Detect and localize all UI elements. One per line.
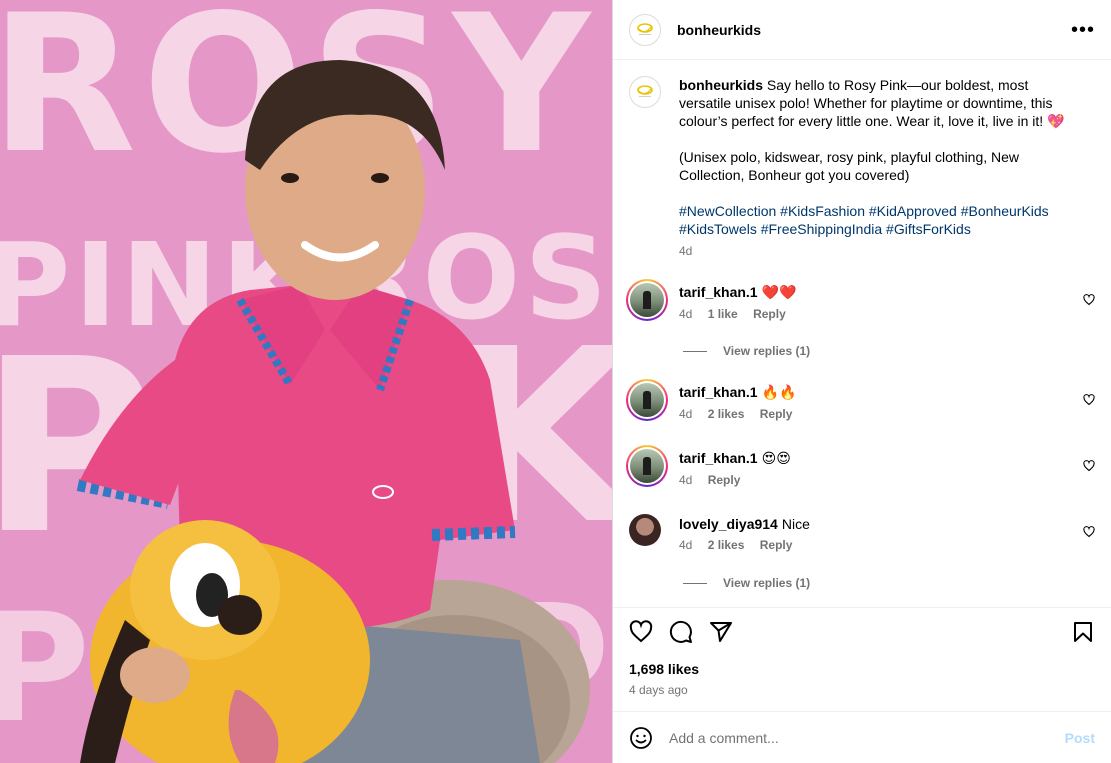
divider-line bbox=[683, 582, 707, 584]
more-options-icon[interactable]: ••• bbox=[1071, 20, 1095, 40]
bonheurkids-avatar[interactable] bbox=[629, 13, 661, 46]
comment-bubble-icon[interactable] bbox=[669, 620, 693, 644]
comment-body: lovely_diya914 Nice 4d 2 likes Reply bbox=[679, 516, 1059, 552]
comments-list[interactable]: bonheurkids Say hello to Rosy Pink—our b… bbox=[613, 60, 1111, 607]
comment-time[interactable]: 4d bbox=[679, 407, 692, 421]
like-comment-heart-icon[interactable] bbox=[1083, 394, 1095, 406]
caption-meta: 4d bbox=[679, 244, 1079, 258]
comment-body: tarif_khan.1 😍😍 4d Reply bbox=[679, 450, 1059, 487]
hashtag-link[interactable]: #KidsFashion bbox=[780, 203, 865, 219]
hashtag-link[interactable]: #FreeShippingIndia bbox=[761, 221, 882, 237]
post-comment-button[interactable]: Post bbox=[1065, 730, 1095, 746]
like-comment-heart-icon[interactable] bbox=[1083, 460, 1095, 472]
caption-time[interactable]: 4d bbox=[679, 244, 692, 258]
bonheur-logo-icon bbox=[637, 22, 653, 35]
instagram-post: ROSY PINK ROS P K P DI bbox=[0, 0, 1111, 763]
reply-button[interactable]: Reply bbox=[760, 407, 793, 421]
comment-meta: 4d 2 likes Reply bbox=[679, 538, 1059, 552]
comment-item: lovely_diya914 Nice 4d 2 likes Reply bbox=[629, 514, 1095, 556]
reply-button[interactable]: Reply bbox=[708, 473, 741, 487]
caption-username[interactable]: bonheurkids bbox=[679, 77, 763, 93]
comment-time[interactable]: 4d bbox=[679, 307, 692, 321]
caption-block: bonheurkids Say hello to Rosy Pink—our b… bbox=[629, 76, 1095, 258]
post-image-illustration: ROSY PINK ROS P K P DI bbox=[0, 0, 612, 763]
caption-content: bonheurkids Say hello to Rosy Pink—our b… bbox=[679, 76, 1079, 258]
caption-keywords: (Unisex polo, kidswear, rosy pink, playf… bbox=[679, 149, 1020, 183]
view-replies-label: View replies (1) bbox=[723, 576, 811, 590]
post-sidebar: bonheurkids ••• bonheurkids Say hello to… bbox=[612, 0, 1111, 763]
header-username[interactable]: bonheurkids bbox=[677, 22, 761, 38]
post-image[interactable]: ROSY PINK ROS P K P DI bbox=[0, 0, 612, 763]
comment-input[interactable] bbox=[669, 729, 1065, 746]
emoji-smiley-icon[interactable] bbox=[629, 726, 653, 750]
comment-username[interactable]: lovely_diya914 bbox=[679, 516, 778, 532]
hashtag-link[interactable]: #GiftsForKids bbox=[886, 221, 971, 237]
comment-text: Nice bbox=[781, 516, 810, 532]
share-paper-plane-icon[interactable] bbox=[709, 620, 733, 644]
bonheur-logo-icon bbox=[637, 85, 653, 97]
comment-body: tarif_khan.1 🔥🔥 4d 2 likes Reply bbox=[679, 384, 1059, 421]
commenter-avatar[interactable] bbox=[626, 445, 668, 487]
comment-item: tarif_khan.1 🔥🔥 4d 2 likes Reply bbox=[626, 379, 1095, 424]
commenter-avatar[interactable] bbox=[626, 279, 668, 321]
comment-likes[interactable]: 2 likes bbox=[708, 538, 745, 552]
divider-line bbox=[683, 350, 707, 352]
view-replies-label: View replies (1) bbox=[723, 344, 811, 358]
comment-text: 🔥🔥 bbox=[761, 384, 797, 400]
comment-username[interactable]: tarif_khan.1 bbox=[679, 384, 758, 400]
add-comment-bar: Post bbox=[613, 711, 1111, 763]
hashtag-link[interactable]: #KidsTowels bbox=[679, 221, 757, 237]
comment-text: ❤️❤️ bbox=[761, 284, 797, 300]
post-actions: 1,698 likes 4 days ago bbox=[613, 607, 1111, 711]
comment-likes[interactable]: 2 likes bbox=[708, 407, 745, 421]
like-heart-icon[interactable] bbox=[629, 620, 653, 644]
reply-button[interactable]: Reply bbox=[753, 307, 786, 321]
comment-meta: 4d 1 like Reply bbox=[679, 307, 1059, 321]
caption-text: bonheurkids Say hello to Rosy Pink—our b… bbox=[679, 76, 1069, 130]
comment-likes[interactable]: 1 like bbox=[708, 307, 738, 321]
comment-time[interactable]: 4d bbox=[679, 473, 692, 487]
action-icons bbox=[629, 620, 1095, 644]
post-date[interactable]: 4 days ago bbox=[629, 683, 1095, 697]
comment-username[interactable]: tarif_khan.1 bbox=[679, 450, 758, 466]
hashtag-link[interactable]: #BonheurKids bbox=[961, 203, 1049, 219]
commenter-avatar[interactable] bbox=[629, 514, 661, 546]
bg-word-p2: P bbox=[0, 582, 90, 756]
comment-item: tarif_khan.1 😍😍 4d Reply bbox=[626, 445, 1095, 490]
post-header: bonheurkids ••• bbox=[613, 0, 1111, 60]
like-comment-heart-icon[interactable] bbox=[1083, 294, 1095, 306]
hashtag-link[interactable]: #NewCollection bbox=[679, 203, 776, 219]
hashtag-link[interactable]: #KidApproved bbox=[869, 203, 957, 219]
comment-item: tarif_khan.1 ❤️❤️ 4d 1 like Reply bbox=[626, 279, 1095, 324]
caption-hashtags: #NewCollection #KidsFashion #KidApproved… bbox=[679, 202, 1079, 238]
caption-avatar[interactable] bbox=[629, 76, 661, 108]
comment-meta: 4d Reply bbox=[679, 473, 1059, 487]
save-bookmark-icon[interactable] bbox=[1071, 620, 1095, 644]
reply-button[interactable]: Reply bbox=[760, 538, 793, 552]
comment-time[interactable]: 4d bbox=[679, 538, 692, 552]
comment-text: 😍😍 bbox=[761, 450, 791, 466]
like-comment-heart-icon[interactable] bbox=[1083, 526, 1095, 538]
view-replies-button[interactable]: View replies (1) bbox=[683, 344, 1095, 358]
likes-count[interactable]: 1,698 likes bbox=[629, 661, 1095, 677]
comment-body: tarif_khan.1 ❤️❤️ 4d 1 like Reply bbox=[679, 284, 1059, 321]
view-replies-button[interactable]: View replies (1) bbox=[683, 576, 1095, 590]
commenter-avatar[interactable] bbox=[626, 379, 668, 421]
comment-username[interactable]: tarif_khan.1 bbox=[679, 284, 758, 300]
comment-meta: 4d 2 likes Reply bbox=[679, 407, 1059, 421]
